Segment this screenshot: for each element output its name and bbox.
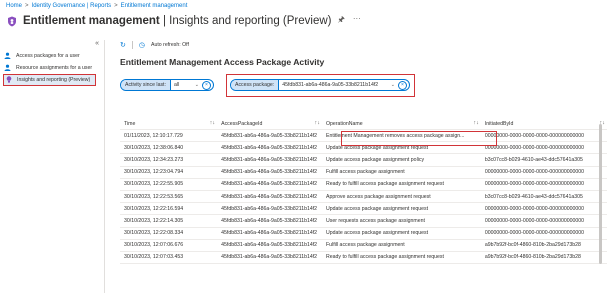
sidebar-item-access-packages-for-user[interactable]: Access packages for a user bbox=[3, 50, 96, 62]
table-cell: 30/10/2023, 12:22:14.305 bbox=[120, 214, 218, 228]
table-cell: 30/10/2023, 12:23:04.794 bbox=[120, 166, 218, 179]
table-cell: Ready to fulfill access package assignme… bbox=[322, 251, 481, 265]
table-row[interactable]: 30/10/2023, 12:22:14.305 45fdb831-ab6a-48… bbox=[120, 214, 607, 228]
sidebar-item-label: Resource assignments for a user bbox=[16, 65, 93, 71]
table-cell: 45fdb831-ab6a-486a-9a05-33b8211b14f2 bbox=[217, 190, 323, 204]
column-header-time[interactable]: Time ↑↓ bbox=[120, 119, 218, 130]
page-title: Entitlement management | Insights and re… bbox=[23, 15, 332, 27]
breadcrumb: Home > Identity Governance | Reports > Entit… bbox=[6, 3, 188, 9]
table-cell: Approve access package assignment reques… bbox=[322, 190, 481, 204]
pin-icon[interactable]: 🖈︎ bbox=[337, 14, 344, 28]
table-cell: 45fdb831-ab6a-486a-9a05-33b8211b14f2 bbox=[217, 153, 323, 167]
sort-icon[interactable]: ↑↓ bbox=[210, 120, 216, 126]
table-header-row: Time ↑↓ AccessPackageId ↑↓ OperationName ↑↓… bbox=[120, 119, 607, 130]
table-cell: 45fdb831-ab6a-486a-9a05-33b8211b14f2 bbox=[217, 214, 323, 228]
table-cell: b3c07cc8-b029-4610-ae43-ddc57641a305 bbox=[480, 190, 607, 204]
breadcrumb-home[interactable]: Home bbox=[6, 3, 22, 9]
refresh-icon[interactable]: ↻ bbox=[120, 41, 126, 49]
table-row[interactable]: 30/10/2023, 12:07:03.453 45fdb831-ab6a-48… bbox=[120, 251, 607, 265]
table-cell: User requests access package assignment bbox=[322, 214, 481, 228]
sidebar-item-resource-assignments[interactable]: Resource assignments for a user bbox=[3, 62, 96, 74]
section-title: Entitlement Management Access Package Ac… bbox=[120, 57, 325, 67]
activity-filter-label: Activity since last: bbox=[121, 80, 171, 90]
sidebar-item-insights-reporting[interactable]: Insights and reporting (Preview) bbox=[3, 74, 96, 86]
table-cell: 45fdb831-ab6a-486a-9a05-33b8211b14f2 bbox=[217, 227, 323, 240]
table-cell: 00000000-0000-0000-0000-000000000000 bbox=[480, 178, 607, 191]
table-cell: 45fdb831-ab6a-486a-9a05-33b8211b14f2 bbox=[217, 239, 323, 252]
collapse-sidebar-icon[interactable]: « bbox=[95, 40, 99, 47]
table-cell: Update access package assignment request bbox=[322, 227, 481, 240]
table-row[interactable]: 30/10/2023, 12:22:08.334 45fdb831-ab6a-48… bbox=[120, 227, 607, 240]
activity-filter[interactable]: Activity since last: all ⌄ × bbox=[120, 79, 214, 91]
table-cell: Update access package assignment request bbox=[322, 202, 481, 216]
column-header-accesspackageid[interactable]: AccessPackageId ↑↓ bbox=[217, 119, 323, 130]
table-row[interactable]: 30/10/2023, 12:23:04.794 45fdb831-ab6a-48… bbox=[120, 166, 607, 179]
table-cell: 00000000-0000-0000-0000-000000000000 bbox=[480, 141, 607, 155]
table-cell: a9b7b92f-bc0f-4860-810b-2ba29d173b28 bbox=[480, 239, 607, 252]
sidebar-item-label: Insights and reporting (Preview) bbox=[17, 77, 91, 83]
table-cell: 30/10/2023, 12:22:16.594 bbox=[120, 202, 218, 216]
chevron-down-icon[interactable]: ⌄ bbox=[195, 82, 199, 88]
clear-filter-icon[interactable]: × bbox=[202, 80, 211, 90]
table-cell: 00000000-0000-0000-0000-000000000000 bbox=[480, 129, 607, 143]
table-cell: 30/10/2023, 12:07:03.453 bbox=[120, 251, 218, 265]
table-row[interactable]: 30/10/2023, 12:34:23.273 45fdb831-ab6a-48… bbox=[120, 153, 607, 167]
table-row[interactable]: 30/10/2023, 12:22:53.565 45fdb831-ab6a-48… bbox=[120, 190, 607, 204]
sort-icon[interactable]: ↑↓ bbox=[315, 120, 321, 126]
table-cell: 30/10/2023, 12:22:55.905 bbox=[120, 178, 218, 191]
table-row[interactable]: 30/10/2023, 12:22:55.905 45fdb831-ab6a-48… bbox=[120, 178, 607, 191]
table-cell: a9b7b92f-bc0f-4860-810b-2ba29d173b28 bbox=[480, 251, 607, 265]
user-icon bbox=[3, 52, 12, 61]
activity-filter-value[interactable]: all bbox=[174, 82, 179, 88]
table-cell: 45fdb831-ab6a-486a-9a05-33b8211b14f2 bbox=[217, 129, 323, 143]
table-row[interactable]: 30/10/2023, 12:22:16.594 45fdb831-ab6a-48… bbox=[120, 202, 607, 216]
table-cell: Fulfill access package assignment bbox=[322, 239, 481, 252]
table-cell: 30/10/2023, 12:38:06.840 bbox=[120, 141, 218, 155]
table-row[interactable]: 30/10/2023, 12:07:06.676 45fdb831-ab6a-48… bbox=[120, 239, 607, 252]
user-icon bbox=[3, 64, 12, 73]
table-cell: Fulfill access package assignment bbox=[322, 166, 481, 179]
table-cell: 30/10/2023, 12:22:53.565 bbox=[120, 190, 218, 204]
sort-icon[interactable]: ↑↓ bbox=[473, 120, 479, 126]
breadcrumb-identity-governance[interactable]: Identity Governance | Reports bbox=[32, 3, 112, 9]
table-cell: Update access package assignment policy bbox=[322, 153, 481, 167]
table-scrollbar-thumb[interactable] bbox=[599, 124, 602, 264]
table-cell: 30/10/2023, 12:22:08.334 bbox=[120, 227, 218, 240]
sidebar-item-label: Access packages for a user bbox=[16, 53, 80, 59]
more-options-icon[interactable]: ··· bbox=[353, 14, 361, 28]
column-header-initiatedbyid[interactable]: InitiatedById ↑↓ bbox=[480, 119, 607, 130]
table-cell: 45fdb831-ab6a-486a-9a05-33b8211b14f2 bbox=[217, 178, 323, 191]
timer-icon[interactable]: ◷ bbox=[139, 41, 145, 49]
auto-refresh-button[interactable]: Auto refresh: Off bbox=[151, 42, 189, 48]
table-cell: b3c07cc8-b029-4610-ae43-ddc57641a305 bbox=[480, 153, 607, 167]
table-cell: 01/11/2023, 12:10:17.729 bbox=[120, 129, 218, 143]
clear-filter-icon[interactable]: × bbox=[398, 80, 407, 90]
access-package-filter-label: Access package: bbox=[231, 80, 280, 90]
table-cell: 30/10/2023, 12:07:06.676 bbox=[120, 239, 218, 252]
table-cell: 45fdb831-ab6a-486a-9a05-33b8211b14f2 bbox=[217, 141, 323, 155]
operation-highlight bbox=[341, 131, 497, 146]
chevron-down-icon[interactable]: ⌄ bbox=[391, 82, 395, 88]
table-cell: 45fdb831-ab6a-486a-9a05-33b8211b14f2 bbox=[217, 166, 323, 179]
sidebar: « Access packages for a user Resource as… bbox=[0, 40, 105, 293]
breadcrumb-entitlement[interactable]: Entitlement management bbox=[121, 3, 188, 9]
table-cell: 45fdb831-ab6a-486a-9a05-33b8211b14f2 bbox=[217, 251, 323, 265]
title-row: Entitlement management | Insights and re… bbox=[6, 13, 361, 29]
table-cell: 30/10/2023, 12:34:23.273 bbox=[120, 153, 218, 167]
column-header-operationname[interactable]: OperationName ↑↓ bbox=[322, 119, 481, 130]
access-package-filter-value[interactable]: 45fdb831-ab6a-486a-9a05-33b8211b14f2 bbox=[282, 82, 378, 88]
table-cell: 00000000-0000-0000-0000-000000000000 bbox=[480, 227, 607, 240]
table-cell: 45fdb831-ab6a-486a-9a05-33b8211b14f2 bbox=[217, 202, 323, 216]
table-cell: Ready to fulfill access package assignme… bbox=[322, 178, 481, 191]
toolbar: ↻ ◷ Auto refresh: Off bbox=[120, 40, 189, 50]
table-cell: 00000000-0000-0000-0000-000000000000 bbox=[480, 166, 607, 179]
table-cell: 00000000-0000-0000-0000-000000000000 bbox=[480, 202, 607, 216]
lightbulb-icon bbox=[4, 75, 13, 85]
entitlement-app-icon bbox=[6, 16, 17, 27]
table-cell: 00000000-0000-0000-0000-000000000000 bbox=[480, 214, 607, 228]
access-package-filter[interactable]: Access package: 45fdb831-ab6a-486a-9a05-… bbox=[230, 79, 410, 91]
